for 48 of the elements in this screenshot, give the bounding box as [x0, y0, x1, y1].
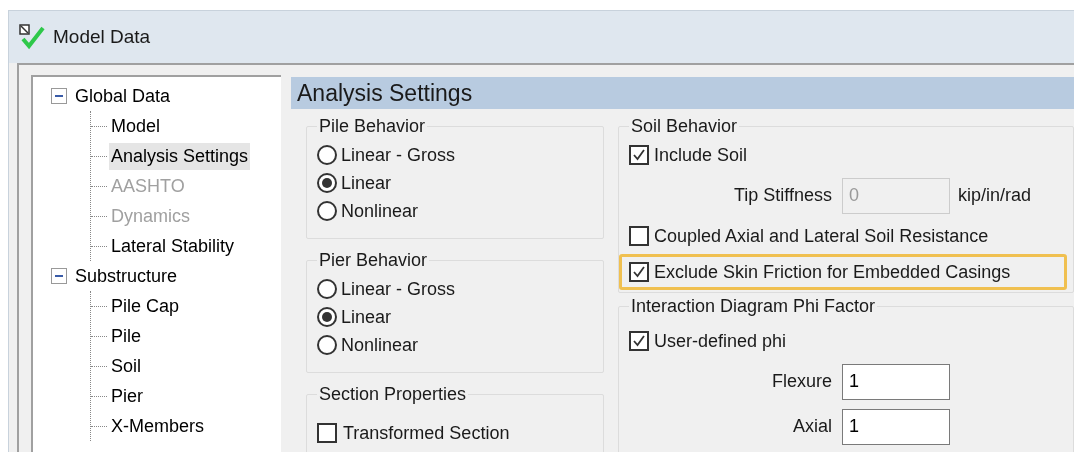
- checkbox-label: Include Soil: [654, 143, 748, 167]
- tree-item[interactable]: Pile: [109, 322, 143, 350]
- group-title: Soil Behavior: [630, 115, 739, 137]
- option-label: Linear - Gross: [341, 143, 456, 167]
- checkbox[interactable]: [629, 331, 649, 351]
- input-field[interactable]: 1: [842, 363, 950, 400]
- tree-item[interactable]: Analysis Settings: [109, 142, 251, 170]
- field-label: Tip Stiffness: [732, 184, 833, 207]
- tree-item[interactable]: Pier: [109, 382, 145, 410]
- checkbox-label: Exclude Skin Friction for Embedded Casings: [654, 260, 1011, 284]
- checkbox[interactable]: [629, 145, 649, 165]
- radio-button[interactable]: [317, 279, 337, 299]
- option-label: Linear: [341, 171, 392, 195]
- unit-label: kip/in/rad: [958, 184, 1032, 207]
- option-label: Nonlinear: [341, 199, 419, 223]
- tree-item[interactable]: Substructure: [73, 262, 180, 290]
- radio-button[interactable]: [317, 145, 337, 165]
- option-label: Linear: [341, 305, 392, 329]
- radio-button[interactable]: [317, 307, 337, 327]
- group-title: Section Properties: [318, 383, 468, 405]
- checkbox-label: Coupled Axial and Lateral Soil Resistance: [654, 224, 989, 248]
- group-title: Pier Behavior: [318, 249, 429, 271]
- page-header: Analysis Settings: [291, 77, 1074, 109]
- tree-item[interactable]: X-Members: [109, 412, 206, 440]
- radio-button[interactable]: [317, 173, 337, 193]
- field-label: Flexure: [770, 370, 833, 393]
- checkbox[interactable]: [629, 226, 649, 246]
- tree-item[interactable]: Soil: [109, 352, 143, 380]
- tree-item[interactable]: Lateral Stability: [109, 232, 237, 260]
- option-label: Nonlinear: [341, 333, 419, 357]
- check-icon: [19, 24, 45, 50]
- group-title: Pile Behavior: [318, 115, 427, 137]
- checkbox[interactable]: [629, 262, 649, 282]
- input-field[interactable]: 1: [842, 408, 950, 445]
- collapse-icon[interactable]: [51, 88, 67, 104]
- radio-button[interactable]: [317, 201, 337, 221]
- window-title: Model Data: [53, 24, 151, 49]
- radio-button[interactable]: [317, 335, 337, 355]
- checkbox-label: Transformed Section: [343, 421, 510, 445]
- tree-item[interactable]: Model: [109, 112, 163, 140]
- group-title: Interaction Diagram Phi Factor: [630, 295, 877, 317]
- collapse-icon[interactable]: [51, 268, 67, 284]
- field-label: Axial: [792, 415, 833, 438]
- checkbox-label: User-defined phi: [654, 329, 787, 353]
- tree-item[interactable]: Pile Cap: [109, 292, 182, 320]
- option-label: Linear - Gross: [341, 277, 456, 301]
- checkbox[interactable]: [317, 423, 337, 443]
- tree-item[interactable]: Global Data: [73, 82, 173, 110]
